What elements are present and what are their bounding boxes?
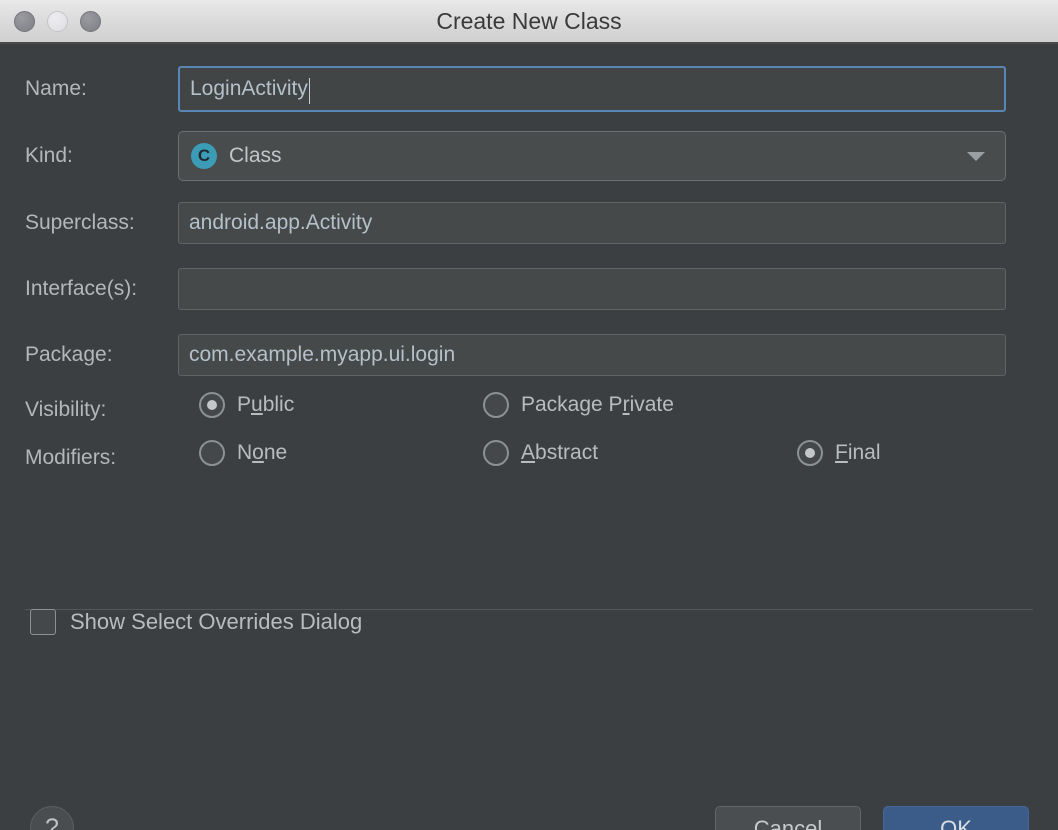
- radio-indicator: [483, 440, 509, 466]
- interfaces-row: Interface(s):: [0, 268, 1058, 310]
- radio-modifiers-final-label: Final: [835, 441, 881, 464]
- superclass-label: Superclass:: [25, 211, 135, 234]
- radio-visibility-public[interactable]: Public: [199, 392, 294, 418]
- create-new-class-dialog: Create New Class Name: LoginActivity Kin…: [0, 0, 1058, 830]
- radio-visibility-public-label: Public: [237, 393, 295, 416]
- radio-visibility-package-private[interactable]: Package Private: [483, 392, 674, 418]
- radio-indicator: [199, 440, 225, 466]
- help-button[interactable]: ?: [30, 806, 74, 830]
- radio-visibility-package-private-label: Package Private: [521, 393, 674, 416]
- window-title: Create New Class: [436, 8, 622, 34]
- cancel-button[interactable]: Cancel: [715, 806, 861, 830]
- text-caret: [308, 78, 310, 104]
- kind-row: Kind: C Class: [0, 131, 1058, 181]
- package-input[interactable]: com.example.myapp.ui.login: [178, 334, 1006, 376]
- show-overrides-label: Show Select Overrides Dialog: [70, 609, 363, 634]
- ok-button[interactable]: OK: [883, 806, 1029, 830]
- chevron-down-icon[interactable]: [967, 152, 985, 161]
- package-label: Package:: [25, 343, 113, 366]
- kind-selected-value: Class: [229, 144, 282, 167]
- radio-indicator: [199, 392, 225, 418]
- window-titlebar: Create New Class: [0, 0, 1058, 44]
- radio-modifiers-final[interactable]: Final: [797, 440, 881, 466]
- show-overrides-checkbox-row[interactable]: Show Select Overrides Dialog: [30, 609, 362, 635]
- radio-modifiers-none[interactable]: None: [199, 440, 287, 466]
- radio-indicator: [797, 440, 823, 466]
- dialog-body: Name: LoginActivity Kind: C Class Superc…: [0, 44, 1058, 830]
- class-icon: C: [191, 143, 217, 169]
- superclass-input[interactable]: android.app.Activity: [178, 202, 1006, 244]
- package-row: Package: com.example.myapp.ui.login: [0, 334, 1058, 376]
- radio-modifiers-abstract-label: Abstract: [521, 441, 599, 464]
- radio-modifiers-abstract[interactable]: Abstract: [483, 440, 598, 466]
- interfaces-label: Interface(s):: [25, 277, 138, 300]
- interfaces-input[interactable]: [178, 268, 1006, 310]
- superclass-input-value: android.app.Activity: [189, 211, 373, 234]
- name-input-value: LoginActivity: [190, 77, 308, 100]
- show-overrides-checkbox[interactable]: [30, 609, 56, 635]
- name-input[interactable]: LoginActivity: [178, 66, 1006, 112]
- radio-modifiers-none-label: None: [237, 441, 288, 464]
- name-row: Name: LoginActivity: [0, 66, 1058, 112]
- package-input-value: com.example.myapp.ui.login: [189, 343, 456, 366]
- modifiers-label: Modifiers:: [25, 446, 117, 469]
- kind-label: Kind:: [25, 144, 73, 167]
- name-label: Name:: [25, 77, 87, 100]
- kind-dropdown[interactable]: C Class: [178, 131, 1006, 181]
- superclass-row: Superclass: android.app.Activity: [0, 202, 1058, 244]
- radio-indicator: [483, 392, 509, 418]
- visibility-label: Visibility:: [25, 398, 107, 421]
